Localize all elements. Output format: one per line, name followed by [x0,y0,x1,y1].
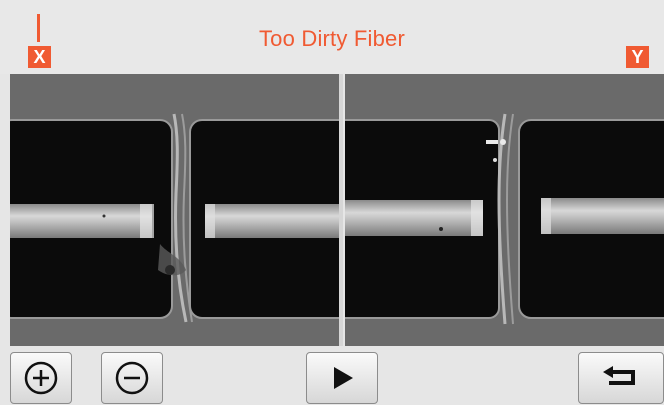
y-camera-view [345,74,664,346]
return-icon [603,366,635,385]
header-bar: X Too Dirty Fiber Y [0,0,664,74]
bottom-toolbar [0,346,664,405]
return-button[interactable] [578,352,664,404]
play-button[interactable] [306,352,378,404]
play-icon [334,367,353,389]
view-separator [339,74,343,346]
zoom-in-icon [24,361,58,395]
zoom-out-icon [115,361,149,395]
zoom-in-button[interactable] [10,352,72,404]
y-axis-badge: Y [626,46,649,68]
x-camera-view [10,74,343,346]
x-fiber-image [10,74,343,346]
y-fiber-image [345,74,664,346]
zoom-out-button[interactable] [101,352,163,404]
status-title: Too Dirty Fiber [258,26,406,51]
